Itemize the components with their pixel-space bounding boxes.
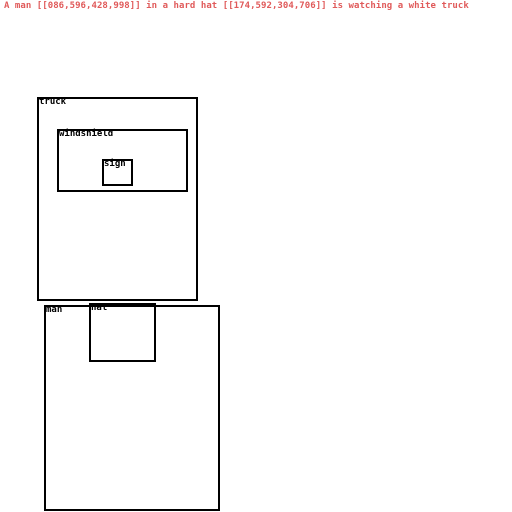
truck-box: truck: [37, 97, 198, 301]
sign-box: sign: [102, 159, 133, 186]
truck-label: truck: [39, 97, 67, 107]
man-label: man: [46, 305, 63, 315]
sign-label: sign: [104, 159, 126, 169]
caption-text: A man [[086,596,428,998]] in a hard hat …: [4, 1, 469, 11]
hat-box: hat: [89, 303, 156, 362]
hat-label: hat: [91, 303, 108, 313]
windshield-label: windshield: [59, 129, 114, 139]
